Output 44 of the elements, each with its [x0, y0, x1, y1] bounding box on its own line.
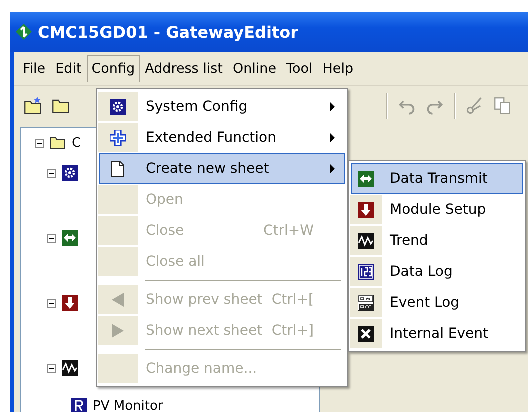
collapse-toggle[interactable] [47, 298, 56, 308]
menu-item[interactable]: Trend [351, 225, 523, 256]
collapse-toggle[interactable] [47, 234, 56, 242]
wave-icon [62, 360, 78, 376]
page-icon [110, 160, 126, 176]
menu-item[interactable]: Event Log [351, 287, 523, 318]
collapse-toggle[interactable] [47, 364, 56, 372]
down-arrow-icon [358, 202, 374, 218]
copy-icon[interactable] [494, 96, 512, 114]
menu-item[interactable]: Data Transmit [351, 163, 523, 194]
menu-item[interactable]: Extended Function [99, 122, 345, 153]
menu-item[interactable]: Online [228, 54, 282, 82]
menu-item[interactable]: Data Log [351, 256, 523, 287]
wave-icon [358, 232, 374, 248]
number-grid-icon [358, 264, 374, 280]
menu-item[interactable]: Help [318, 54, 359, 82]
window-title: CMC15GD01 - GatewayEditor [38, 22, 298, 42]
menu-item[interactable]: Address list [140, 54, 228, 82]
right-triangle-icon [110, 322, 126, 338]
menu-item[interactable]: Edit [50, 54, 87, 82]
gear-icon [110, 98, 126, 114]
folder-icon [50, 135, 66, 151]
menu-item[interactable]: Config [86, 55, 140, 82]
plus-icon [110, 130, 126, 146]
menu-item[interactable]: Create new sheet [99, 153, 345, 184]
on-off-icon [358, 294, 374, 310]
submenu-arrow-icon [330, 164, 336, 174]
tree-label[interactable]: PV Monitor [93, 398, 164, 412]
menu-item[interactable]: System Config [99, 91, 345, 122]
new-folder-icon[interactable] [24, 96, 42, 114]
down-arrow-icon [62, 295, 78, 311]
gear-icon [62, 165, 78, 181]
submenu-arrow-icon [330, 132, 336, 142]
collapse-toggle[interactable] [47, 168, 56, 178]
tree-label[interactable]: C [72, 136, 82, 150]
app-logo-icon [16, 24, 32, 40]
menu-item[interactable]: Module Setup [351, 194, 523, 225]
submenu-arrow-icon [330, 102, 336, 112]
left-triangle-icon [110, 292, 126, 308]
menu-item[interactable]: Tool [282, 54, 318, 82]
collapse-toggle[interactable] [35, 138, 44, 148]
x-icon [358, 326, 374, 342]
menu-item[interactable]: Internal Event [351, 318, 523, 349]
menu-item[interactable]: File [18, 54, 51, 82]
